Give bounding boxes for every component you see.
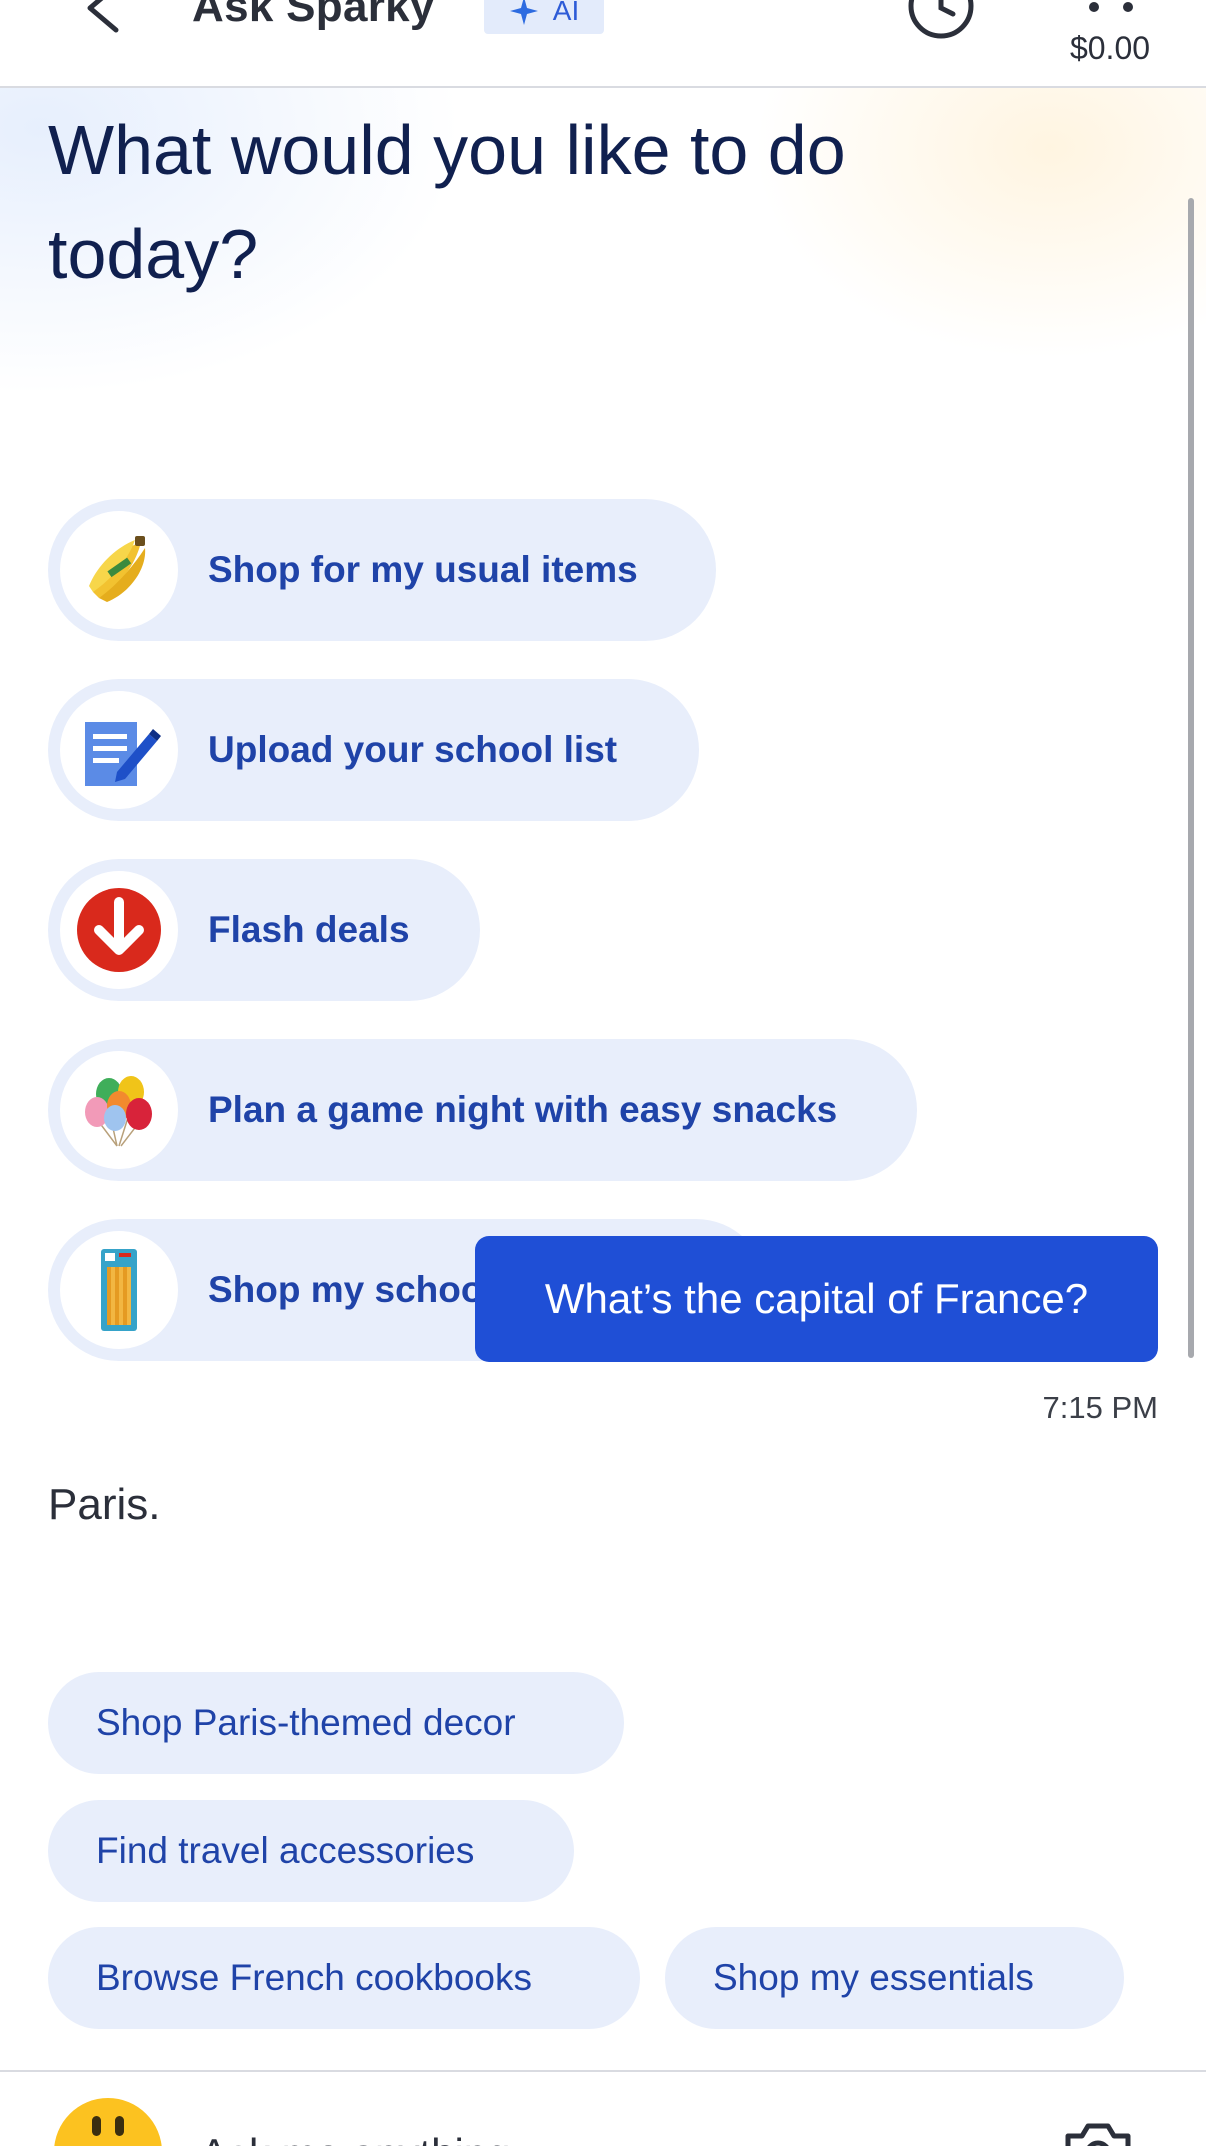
suggestion-label: Upload your school list xyxy=(208,729,618,770)
followup-french-cookbooks[interactable]: Browse French cookbooks xyxy=(48,1927,640,2029)
scrollbar[interactable] xyxy=(1188,198,1194,1358)
back-button[interactable] xyxy=(80,0,130,38)
sparkle-icon xyxy=(509,0,538,25)
message-composer xyxy=(0,2070,1206,2146)
suggestion-shop-usual-items[interactable]: Shop for my usual items xyxy=(48,499,716,641)
cart-total: $0.00 xyxy=(1069,30,1151,66)
followup-travel-accessories[interactable]: Find travel accessories xyxy=(48,1800,574,1902)
greeting-heading: What would you like to do today? xyxy=(48,111,846,293)
user-message-bubble: What’s the capital of France? xyxy=(475,1236,1158,1362)
suggestion-label: Shop for my usual items xyxy=(208,549,638,590)
camera-button[interactable] xyxy=(1062,2118,1134,2146)
balloons-icon xyxy=(60,1051,178,1169)
notepad-pencil-icon xyxy=(60,691,178,809)
assistant-answer: Paris. xyxy=(48,1480,161,1529)
followup-paris-decor[interactable]: Shop Paris-themed decor xyxy=(48,1672,624,1774)
suggestion-upload-school-list[interactable]: Upload your school list xyxy=(48,679,699,821)
suggestion-flash-deals[interactable]: Flash deals xyxy=(48,859,480,1001)
message-input[interactable] xyxy=(200,2114,960,2146)
ai-badge-label: AI xyxy=(552,0,580,26)
cart-button[interactable] xyxy=(1072,0,1152,14)
cart-icon xyxy=(1089,2,1133,12)
down-arrow-badge-icon xyxy=(60,871,178,989)
suggestion-label: Flash deals xyxy=(208,909,410,950)
avatar-icon xyxy=(54,2098,162,2146)
pencil-pack-icon xyxy=(60,1231,178,1349)
bananas-icon xyxy=(60,511,178,629)
followup-shop-essentials[interactable]: Shop my essentials xyxy=(665,1927,1124,2029)
suggestion-plan-game-night[interactable]: Plan a game night with easy snacks xyxy=(48,1039,917,1181)
camera-icon xyxy=(1065,2123,1131,2146)
message-timestamp: 7:15 PM xyxy=(1042,1390,1158,1425)
back-icon xyxy=(87,0,119,33)
ai-badge: AI xyxy=(484,0,604,34)
history-icon xyxy=(908,0,974,39)
page-title: Ask Sparky xyxy=(192,0,435,31)
user-message-text: What’s the capital of France? xyxy=(544,1275,1089,1322)
app-header: Ask Sparky AI $0.00 xyxy=(0,0,1206,88)
history-button[interactable] xyxy=(905,0,977,42)
suggestion-label: Plan a game night with easy snacks xyxy=(208,1089,838,1130)
avatar[interactable] xyxy=(54,2098,162,2146)
